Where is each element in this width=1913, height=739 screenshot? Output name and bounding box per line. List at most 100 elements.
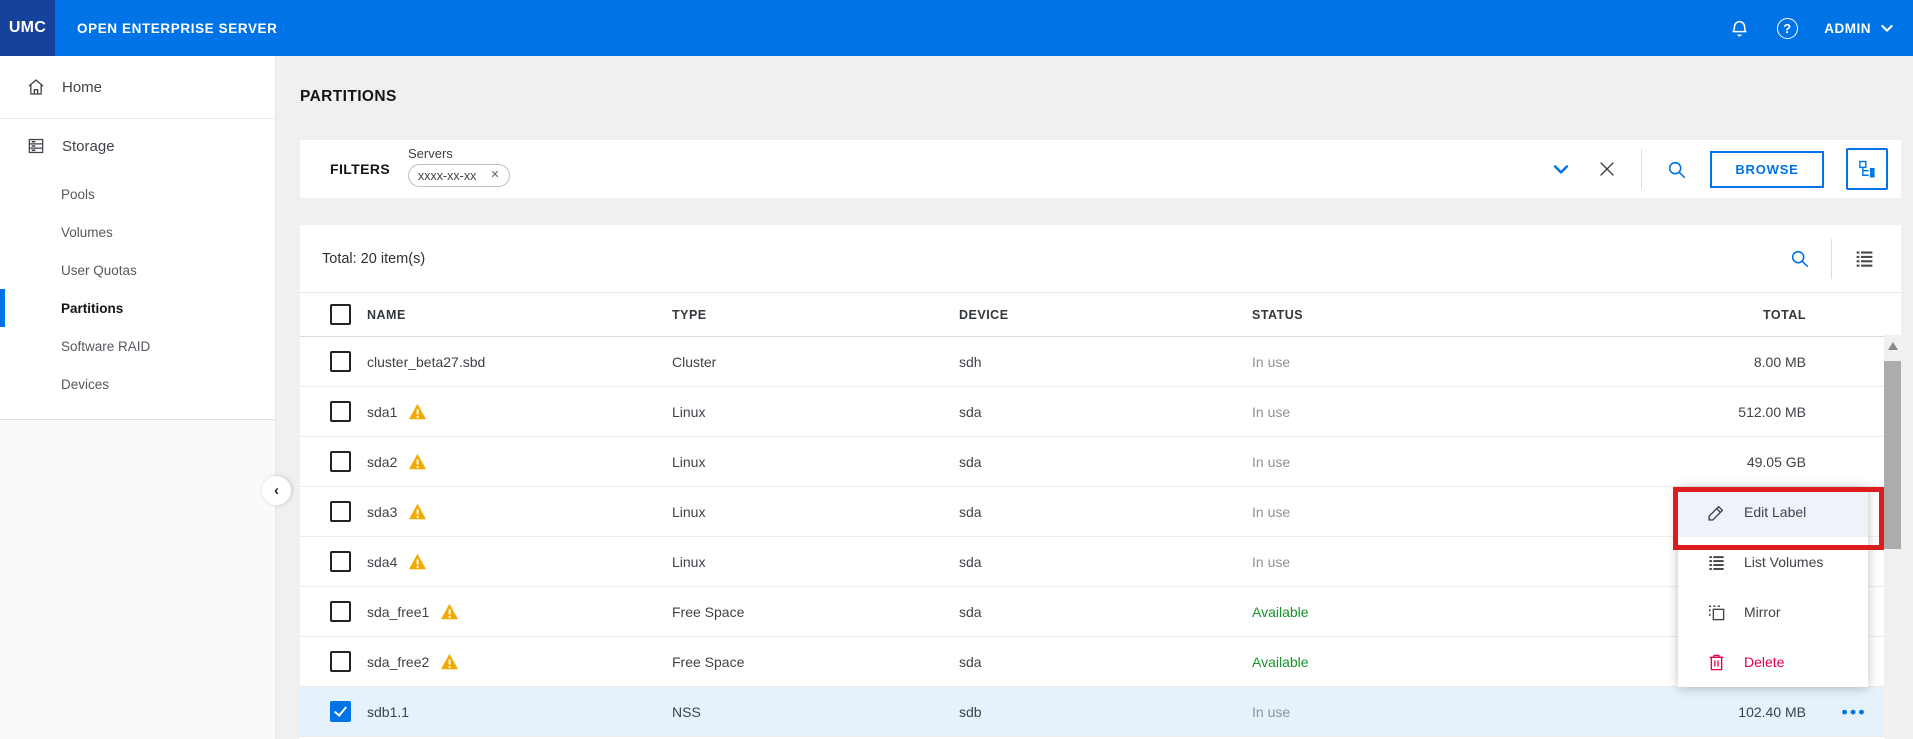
cell-status: In use [1252, 704, 1500, 720]
menu-item-edit-label[interactable]: Edit Label [1678, 487, 1868, 537]
cell-device: sda [959, 404, 1252, 420]
menu-item-mirror[interactable]: Mirror [1678, 587, 1868, 637]
cell-name: sda_free1 [367, 603, 672, 620]
divider [1641, 149, 1642, 189]
partition-name: sdb1.1 [367, 704, 409, 720]
cell-device: sda [959, 604, 1252, 620]
pencil-icon [1706, 502, 1726, 522]
partition-name: sda3 [367, 504, 397, 520]
cell-name: sda4 [367, 553, 672, 570]
product-title: OPEN ENTERPRISE SERVER [77, 0, 278, 56]
filter-expand-chevron-icon[interactable] [1549, 157, 1573, 181]
cell-name: sda1 [367, 403, 672, 420]
cell-total: 512.00 MB [1500, 404, 1806, 420]
warning-icon [440, 653, 459, 670]
table-row[interactable]: sda3LinuxsdaIn use [300, 487, 1901, 537]
row-checkbox[interactable] [330, 401, 351, 422]
cell-status: Available [1252, 604, 1500, 620]
sidebar-item-user-quotas[interactable]: User Quotas [0, 251, 275, 289]
cell-device: sdb [959, 704, 1252, 720]
table-row[interactable]: sda4LinuxsdaIn use [300, 537, 1901, 587]
row-checkbox[interactable] [330, 601, 351, 622]
menu-item-label: List Volumes [1744, 554, 1823, 570]
menu-item-delete[interactable]: Delete [1678, 637, 1868, 687]
cell-type: Free Space [672, 654, 959, 670]
column-header-status[interactable]: STATUS [1252, 308, 1500, 322]
row-checkbox[interactable] [330, 701, 351, 722]
sidebar-item-storage[interactable]: Storage [0, 119, 275, 173]
column-header-name[interactable]: NAME [367, 308, 672, 322]
cell-status: In use [1252, 504, 1500, 520]
sidebar-item-home[interactable]: Home [0, 56, 275, 119]
table-row[interactable]: sda_free2Free SpacesdaAvailable [300, 637, 1901, 687]
table-row[interactable]: sdb1.1NSSsdbIn use102.40 MB••• [300, 687, 1901, 737]
row-checkbox[interactable] [330, 451, 351, 472]
cell-status: Available [1252, 654, 1500, 670]
column-header-total[interactable]: TOTAL [1500, 308, 1806, 322]
cell-type: Linux [672, 404, 959, 420]
sidebar-storage-children: PoolsVolumesUser QuotasPartitionsSoftwar… [0, 173, 275, 407]
scroll-up-arrow-icon[interactable] [1888, 342, 1898, 350]
filter-group-label: Servers [408, 146, 510, 161]
cell-device: sdh [959, 354, 1252, 370]
table-row[interactable]: cluster_beta27.sbdClustersdhIn use8.00 M… [300, 337, 1901, 387]
total-count-label: Total: 20 item(s) [322, 225, 425, 292]
sidebar-item-devices[interactable]: Devices [0, 365, 275, 403]
cell-name: cluster_beta27.sbd [367, 354, 672, 370]
row-checkbox[interactable] [330, 351, 351, 372]
cell-name: sda3 [367, 503, 672, 520]
cell-status: In use [1252, 404, 1500, 420]
umc-logo[interactable]: UMC [0, 0, 55, 56]
server-filter-chip[interactable]: xxxx-xx-xx ✕ [408, 164, 510, 187]
warning-icon [440, 603, 459, 620]
filter-clear-icon[interactable] [1595, 157, 1619, 181]
table-row[interactable]: sda2LinuxsdaIn use49.05 GB [300, 437, 1901, 487]
table-search-icon[interactable] [1787, 247, 1811, 271]
table-body: cluster_beta27.sbdClustersdhIn use8.00 M… [300, 337, 1901, 737]
notifications-bell-icon[interactable] [1728, 17, 1750, 39]
sidebar-item-label: Storage [62, 138, 115, 155]
help-icon[interactable]: ? [1776, 17, 1798, 39]
menu-item-label: Delete [1744, 654, 1784, 670]
cell-device: sda [959, 504, 1252, 520]
cell-type: NSS [672, 704, 959, 720]
cell-type: Cluster [672, 354, 959, 370]
sidebar-item-partitions[interactable]: Partitions [0, 289, 275, 327]
table-row[interactable]: sda_free1Free SpacesdaAvailable [300, 587, 1901, 637]
column-header-type[interactable]: TYPE [672, 308, 959, 322]
sidebar-item-volumes[interactable]: Volumes [0, 213, 275, 251]
scrollbar-thumb[interactable] [1884, 361, 1901, 549]
app-root: UMC OPEN ENTERPRISE SERVER ? ADMIN [0, 0, 1913, 739]
row-checkbox[interactable] [330, 501, 351, 522]
partition-name: sda1 [367, 404, 397, 420]
filter-bar: FILTERS Servers xxxx-xx-xx ✕ BROWSE [300, 140, 1901, 198]
menu-item-label: Mirror [1744, 604, 1781, 620]
browse-button[interactable]: BROWSE [1710, 151, 1824, 188]
warning-icon [408, 553, 427, 570]
trash-icon [1706, 652, 1726, 672]
cell-name: sda_free2 [367, 653, 672, 670]
vertical-scrollbar[interactable] [1884, 335, 1901, 739]
filter-search-icon[interactable] [1664, 157, 1688, 181]
top-bar: UMC OPEN ENTERPRISE SERVER ? ADMIN [0, 0, 1913, 56]
sidebar-collapse-button[interactable]: ‹ [262, 476, 291, 505]
cell-device: sda [959, 554, 1252, 570]
row-checkbox[interactable] [330, 651, 351, 672]
table-header-row: NAME TYPE DEVICE STATUS TOTAL [300, 293, 1901, 337]
sidebar-item-pools[interactable]: Pools [0, 175, 275, 213]
row-actions-ellipsis-button[interactable]: ••• [1842, 703, 1867, 720]
row-checkbox[interactable] [330, 551, 351, 572]
chip-remove-icon[interactable]: ✕ [490, 170, 499, 181]
column-settings-list-icon[interactable] [1852, 247, 1876, 271]
chip-value: xxxx-xx-xx [418, 169, 476, 183]
menu-item-label: Edit Label [1744, 504, 1806, 520]
tree-view-button[interactable] [1846, 148, 1888, 190]
table-row[interactable]: sda1 LinuxsdaIn use512.00 MB [300, 387, 1901, 437]
select-all-checkbox[interactable] [330, 304, 351, 325]
menu-item-list-volumes[interactable]: List Volumes [1678, 537, 1868, 587]
column-header-device[interactable]: DEVICE [959, 308, 1252, 322]
sidebar: Home Storage PoolsVolumesUser QuotasPart… [0, 56, 275, 420]
sidebar-item-software-raid[interactable]: Software RAID [0, 327, 275, 365]
partition-name: sda4 [367, 554, 397, 570]
user-menu[interactable]: ADMIN [1824, 20, 1895, 36]
